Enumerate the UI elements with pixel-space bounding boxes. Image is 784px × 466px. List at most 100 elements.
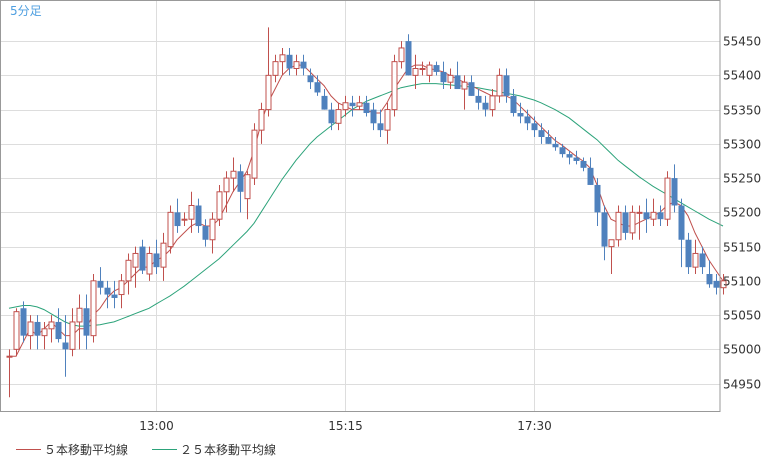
candle (90, 274, 97, 343)
candle-body-down (314, 82, 321, 93)
legend: ５本移動平均線 ２５本移動平均線 (16, 442, 276, 457)
candle-body-down (111, 294, 118, 298)
candle-body-down (706, 274, 713, 285)
candle-body-down (202, 226, 209, 240)
chart-canvas: 54950 55000 55050 55100 55150 55200 55250 55300… (0, 0, 761, 457)
candle-body-down (503, 75, 510, 96)
candle-body-down (433, 65, 440, 72)
candle-body-up (279, 54, 286, 63)
candle-body-up (692, 252, 699, 268)
candle-body-down (580, 160, 587, 168)
candle-body-up (426, 64, 433, 76)
candle-body-up (447, 74, 454, 83)
candle-body-up (489, 95, 496, 111)
legend-item: ５本移動平均線 (16, 442, 128, 457)
x-tick-label: 15:15 (328, 419, 363, 433)
candle-body-down (517, 113, 524, 117)
candle-body-up (209, 218, 216, 241)
y-tick-label: 55250 (723, 172, 761, 186)
candle-body-down (545, 137, 552, 144)
candle (13, 308, 20, 357)
candle (251, 123, 258, 185)
candle-body-up (398, 47, 405, 63)
y-tick-label: 55050 (723, 309, 761, 323)
candle-body-up (188, 205, 195, 220)
y-tick-label: 55450 (723, 35, 761, 49)
candle-body-down (482, 102, 489, 110)
candle-body-up (181, 218, 188, 221)
candlestick-chart: 54950 55000 55050 55100 55150 55200 55250 55300… (0, 0, 784, 462)
candle-body-down (55, 321, 62, 340)
y-tick-label: 55300 (723, 138, 761, 152)
candle-body-down (104, 287, 111, 295)
candle-body-down (552, 143, 559, 148)
legend-label: ２５本移動平均線 (180, 442, 276, 457)
candle-body-down (34, 321, 41, 336)
candle-body-up (293, 61, 300, 70)
candle-body-up (13, 311, 20, 350)
candle-body-up (251, 129, 258, 179)
candle-body-up (391, 61, 398, 111)
candle-body-up (419, 68, 426, 70)
candle-body-up (258, 109, 265, 131)
candle-body-down (531, 123, 538, 131)
candle (391, 54, 398, 117)
candle-body-down (370, 109, 377, 124)
x-axis-ticks: 13:00 15:15 17:30 (139, 419, 552, 433)
candle-body-up (167, 211, 174, 248)
candle-body-up (384, 109, 391, 131)
candle-body-down (566, 154, 573, 158)
candle-body-down (573, 157, 580, 161)
candle-body-down (328, 109, 335, 124)
candle-body-down (454, 75, 461, 90)
candle-body-down (363, 102, 370, 114)
candle-body-down (699, 253, 706, 268)
candle-body-up (41, 328, 48, 337)
candle-body-down (510, 95, 517, 114)
candle-body-up (342, 102, 349, 111)
candle-body-up (118, 280, 125, 296)
candle-body-down (139, 246, 146, 271)
y-tick-label: 54950 (723, 378, 761, 392)
y-tick-label: 55100 (723, 275, 761, 289)
candle-body-up (132, 252, 139, 268)
y-tick-label: 55400 (723, 69, 761, 83)
candle-body-down (300, 61, 307, 69)
candle-body-up (76, 307, 83, 323)
candle-body-down (307, 75, 314, 83)
candle-body-up (69, 321, 76, 350)
candle-body-down (62, 342, 69, 350)
candle-body-down (671, 178, 678, 206)
candle-body-down (622, 212, 629, 233)
candle-body-down (349, 102, 356, 107)
candle-body-down (601, 212, 608, 247)
chart-title: 5分足 (10, 4, 42, 18)
candle (167, 205, 174, 254)
candle-body-up (223, 177, 230, 193)
y-tick-label: 55350 (723, 104, 761, 118)
candle-body-up (230, 170, 237, 179)
candle-body-up (664, 177, 671, 220)
candle-body-down (594, 184, 601, 213)
x-tick-label: 17:30 (517, 419, 552, 433)
candle-body-down (440, 71, 447, 83)
candle-body-up (356, 102, 363, 107)
candle-body-up (48, 321, 55, 330)
candle-body-up (608, 239, 615, 248)
candle-body-down (713, 280, 720, 288)
x-tick-label: 13:00 (139, 419, 174, 433)
candle-body-down (377, 123, 384, 131)
candle-body-down (685, 239, 692, 268)
legend-label: ５本移動平均線 (44, 442, 128, 457)
candle-body-down (195, 205, 202, 227)
legend-item: ２５本移動平均線 (152, 442, 276, 457)
candle-body-up (629, 211, 636, 234)
candle-body-down (559, 147, 566, 155)
y-tick-label: 55200 (723, 206, 761, 220)
candle-body-down (286, 54, 293, 69)
candle-body-up (146, 252, 153, 275)
candle-body-up (6, 355, 13, 358)
candle-body-down (405, 41, 412, 76)
candle-body-up (216, 191, 223, 220)
candle-body-down (321, 95, 328, 110)
